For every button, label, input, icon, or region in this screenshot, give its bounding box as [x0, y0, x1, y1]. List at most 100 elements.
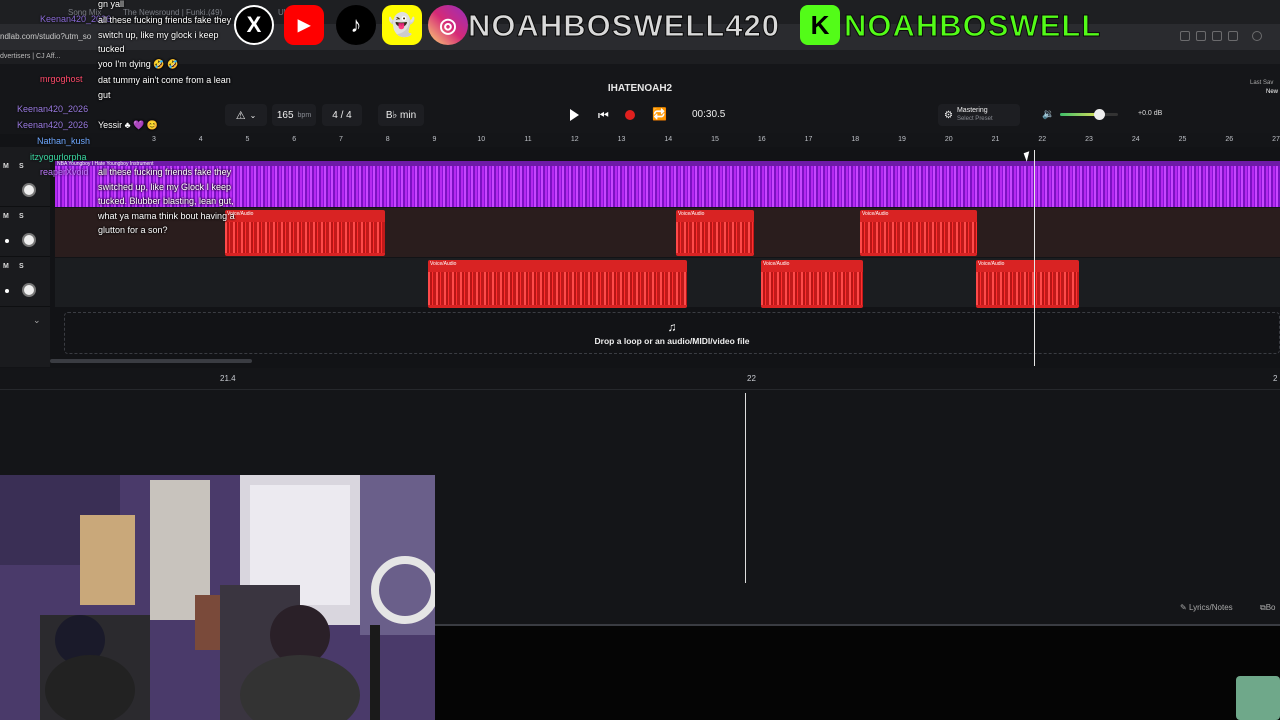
- tempo-value: 165: [276, 109, 294, 121]
- ruler-bar-number: 3: [152, 136, 156, 143]
- playhead[interactable]: [1034, 150, 1035, 366]
- record-icon[interactable]: [625, 110, 635, 120]
- chat-username: Nathan_kush: [37, 136, 91, 146]
- mute-button[interactable]: M: [3, 163, 9, 170]
- solo-button[interactable]: S: [19, 263, 24, 270]
- audio-clip[interactable]: Voice/Audio: [428, 260, 687, 308]
- clip-label: Voice/Audio: [430, 261, 457, 267]
- chevron-down-icon[interactable]: ⌄: [33, 315, 41, 326]
- audio-clip[interactable]: Voice/Audio: [676, 210, 754, 256]
- editor-ruler[interactable]: 21.4 22 2: [0, 368, 1280, 390]
- ruler-bar-number: 12: [570, 136, 579, 143]
- clip-label: Voice/Audio: [978, 261, 1005, 267]
- clip-label: Voice/Audio: [763, 261, 790, 267]
- chevron-down-icon: ⌄: [249, 110, 257, 120]
- ruler-bar-number: 22: [1038, 136, 1047, 143]
- vocal-lane-2[interactable]: Voice/Audio Voice/Audio Voice/Audio: [55, 258, 1280, 308]
- pen-icon: ✎: [1180, 603, 1189, 612]
- audio-clip[interactable]: Voice/Audio: [976, 260, 1079, 308]
- pan-knob[interactable]: [22, 283, 36, 297]
- pan-knob[interactable]: [22, 233, 36, 247]
- share-icon[interactable]: [1212, 31, 1222, 41]
- loop-icon[interactable]: 🔁: [652, 107, 667, 121]
- audio-clip[interactable]: Voice/Audio: [860, 210, 977, 256]
- bookmark-icon[interactable]: [1180, 31, 1190, 41]
- chat-username: mrgoghost: [40, 74, 83, 84]
- clip-label: NBA Youngboy I Hate Youngboy Instrument: [57, 161, 154, 167]
- track-indicator: [5, 239, 9, 243]
- instagram-icon: ◎: [428, 5, 468, 45]
- last-saved: Last Sav: [1250, 80, 1274, 86]
- chat-username: Keenan420_2026: [17, 104, 89, 114]
- audio-clip[interactable]: Voice/Audio: [225, 210, 385, 256]
- ruler-bar-number: 25: [1178, 136, 1187, 143]
- mastering-preset: Select Preset: [956, 116, 993, 122]
- youtube-icon: ▶: [284, 5, 324, 45]
- mastering-button[interactable]: ⚙ Mastering Select Preset: [938, 104, 1020, 126]
- timeline-ruler[interactable]: 3 4 5 6 7 8 9 10 11 12 13 14 15 16 17 18 19 20 21 22 23 24 25 2…: [50, 133, 1280, 147]
- volume-db: +0.0 dB: [1138, 110, 1163, 117]
- ruler-bar-number: 7: [339, 136, 343, 143]
- lyrics-notes-button[interactable]: ✎ Lyrics/Notes: [1180, 603, 1233, 612]
- volume-icon[interactable]: 🔉: [1042, 109, 1054, 120]
- bookmark-item[interactable]: dvertisers | CJ Aff...: [0, 53, 60, 60]
- ruler-bar-number: 11: [524, 136, 532, 143]
- time-signature-value: 4 / 4: [332, 109, 352, 121]
- mixer-icon: ⚙: [944, 109, 953, 121]
- emote-sticker: [1236, 676, 1280, 720]
- webcam-feed: [0, 475, 435, 720]
- horizontal-scrollbar[interactable]: [50, 359, 252, 363]
- ruler-bar-number: 14: [664, 136, 673, 143]
- ruler-bar-number: 26: [1225, 136, 1234, 143]
- solo-button[interactable]: S: [19, 213, 24, 220]
- time-signature-field[interactable]: 4 / 4: [322, 104, 362, 126]
- last-saved-status: New: [1266, 89, 1279, 95]
- key-field[interactable]: B♭ min: [378, 104, 424, 126]
- drop-zone[interactable]: ♫ Drop a loop or an audio/MIDI/video fil…: [64, 312, 1280, 354]
- track-header: M S: [0, 157, 50, 207]
- editor-playhead[interactable]: [745, 393, 746, 583]
- audio-clip[interactable]: Voice/Audio: [761, 260, 863, 308]
- play-icon[interactable]: [570, 109, 579, 121]
- mastering-label: Mastering: [956, 107, 988, 114]
- tempo-unit: bpm: [297, 111, 312, 119]
- chat-message: all these fucking friends fake they swit…: [98, 167, 235, 235]
- pan-knob[interactable]: [22, 183, 36, 197]
- sidebar-icon[interactable]: [1228, 31, 1238, 41]
- instrumental-clip[interactable]: NBA Youngboy I Hate Youngboy Instrument: [55, 161, 1280, 207]
- lyrics-notes-label: Lyrics/Notes: [1188, 603, 1233, 612]
- chat-username: reaperXvoid: [40, 167, 89, 177]
- extensions-puzzle-icon[interactable]: [1252, 31, 1262, 41]
- chat-username: Keenan420_2026: [17, 120, 89, 130]
- ruler-bar-number: 16: [757, 136, 766, 143]
- ruler-bar-number: 21: [991, 136, 1000, 143]
- skip-back-icon[interactable]: ⏮: [598, 109, 609, 121]
- ruler-bar-number: 18: [851, 136, 860, 143]
- solo-button[interactable]: S: [19, 163, 24, 170]
- kick-letter: K: [810, 9, 830, 40]
- bounce-button[interactable]: ⧉Bo: [1260, 603, 1276, 613]
- vocal-lane-1[interactable]: Voice/Audio Voice/Audio Voice/Audio: [55, 208, 1280, 257]
- position-display: 00:30.5: [692, 109, 726, 120]
- tempo-field[interactable]: 165 bpm: [272, 104, 316, 126]
- chat-message: gn yall: [98, 0, 125, 9]
- kick-icon: K: [800, 5, 840, 45]
- tiktok-icon: ♪: [336, 5, 376, 45]
- ruler-bar-number: 27: [1272, 136, 1280, 143]
- ruler-bar-number: 8: [385, 136, 390, 143]
- x-icon: X: [234, 5, 274, 45]
- social-overlay: X ▶ ♪ 👻 ◎ NOAHBOSWELL420 K NOAHBOSWELL: [234, 5, 1140, 45]
- mute-button[interactable]: M: [3, 213, 9, 220]
- master-volume-slider[interactable]: [1060, 109, 1118, 120]
- track-header: M S: [0, 207, 50, 257]
- mute-button[interactable]: M: [3, 263, 9, 270]
- extension-icon[interactable]: [1196, 31, 1206, 41]
- url-text: ndlab.com/studio?utm_so: [0, 32, 92, 41]
- chat-message: dat tummy ain't come from a lean gut: [98, 75, 231, 100]
- editor-ruler-label: 21.4: [220, 374, 236, 383]
- clip-label: Voice/Audio: [678, 211, 705, 217]
- volume-thumb[interactable]: [1094, 109, 1105, 120]
- instagram-handle: NOAHBOSWELL420: [468, 8, 780, 44]
- track-headers: M S M S M S ⌄: [0, 147, 50, 367]
- editor-ruler-label: 2: [1273, 374, 1278, 383]
